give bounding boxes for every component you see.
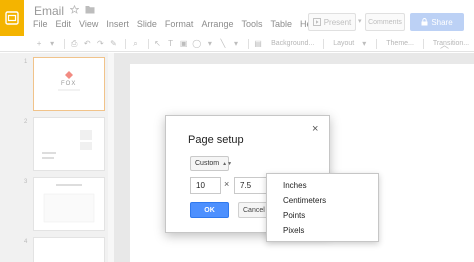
unit-option-points[interactable]: Points [267,208,378,223]
page-size-value: Custom [195,160,220,167]
present-button[interactable]: Present [308,13,356,31]
slide-thumbnail-1[interactable]: FOX [33,57,105,111]
collapse-toolbar-icon[interactable]: ︿ [440,38,449,51]
share-button[interactable]: Share [410,13,464,31]
line-icon[interactable]: ╲ [218,39,228,49]
zoom-icon[interactable]: ⌕ [130,39,140,49]
slide-2-preview [42,130,92,159]
unit-option-centimeters[interactable]: Centimeters [267,193,378,208]
folder-icon[interactable] [85,5,95,14]
dropdown-chevron-icon[interactable]: ▾ [47,39,57,49]
share-label: Share [431,17,453,27]
menu-arrange[interactable]: Arrange [201,19,238,29]
toolbar-divider [147,38,149,49]
width-input[interactable]: 10 [190,177,221,194]
undo-icon[interactable]: ↶ [82,39,92,49]
slides-logo[interactable] [0,0,24,36]
redo-icon[interactable]: ↷ [95,39,105,49]
ok-button[interactable]: OK [190,202,229,218]
select-icon[interactable]: ↖ [152,39,162,49]
slide-filmstrip: 1 FOX 2 3 4 [0,53,114,262]
image-icon[interactable]: ▣ [179,39,189,49]
menu-insert[interactable]: Insert [106,19,134,29]
present-label: Present [323,17,352,27]
height-input[interactable]: 7.5 [234,177,267,194]
toolbar-divider [422,38,424,49]
slide-number: 3 [24,179,28,185]
paint-format-icon[interactable]: ✎ [108,39,118,49]
toolbar: + ▾ ⎙ ↶ ↷ ✎ ⌕ ↖ T ▣ ◯ ▾ ╲ ▾ ▤ Background… [0,36,474,52]
menu-format[interactable]: Format [165,19,199,29]
star-icon[interactable] [70,5,79,14]
slide-1-title: FOX [61,81,77,87]
slide-thumbnail-2[interactable] [33,117,105,171]
present-icon [312,18,321,26]
times-symbol: × [224,179,230,189]
slide-number: 2 [24,119,28,125]
menu-slide[interactable]: Slide [137,19,162,29]
layout-chevron-icon[interactable]: ▾ [359,39,369,49]
unit-option-pixels[interactable]: Pixels [267,223,378,238]
transition-button[interactable]: Transition... [433,40,469,47]
dialog-title: Page setup [188,134,244,146]
new-slide-icon[interactable]: + [34,39,44,49]
slide-number: 4 [24,239,28,245]
toolbar-divider [248,38,249,49]
text-box-icon[interactable]: T [166,39,176,49]
document-title[interactable]: Email [34,4,64,18]
menu-view[interactable]: View [79,19,103,29]
slide-number: 1 [24,59,28,65]
menu-file[interactable]: File [33,19,53,29]
line-chevron-icon[interactable]: ▾ [231,39,241,49]
close-icon[interactable]: × [312,124,318,135]
toolbar-divider [125,38,127,49]
unit-option-inches[interactable]: Inches [267,178,378,193]
lock-icon [421,18,428,26]
background-button[interactable]: Background... [271,40,314,47]
page-size-select[interactable]: Custom ▲▼ [190,156,233,171]
print-icon[interactable]: ⎙ [69,39,79,49]
comments-button[interactable]: Comments [365,13,405,31]
select-arrows-icon: ▲▼ [222,160,233,167]
slides-logo-icon [5,11,19,25]
title-icons [70,5,95,14]
comment-icon[interactable]: ▤ [253,39,263,49]
toolbar-divider [376,38,378,49]
menu-table[interactable]: Table [270,19,297,29]
menu-tools[interactable]: Tools [241,19,267,29]
layout-button[interactable]: Layout [333,40,354,47]
menu-bar: File Edit View Insert Slide Format Arran… [33,19,327,29]
toolbar-divider [323,38,325,49]
slide-3-preview [43,184,95,223]
shape-chevron-icon[interactable]: ▾ [205,39,215,49]
menu-edit[interactable]: Edit [56,19,77,29]
theme-button[interactable]: Theme... [386,40,414,47]
shape-icon[interactable]: ◯ [192,39,202,49]
slide-thumbnail-3[interactable] [33,177,105,231]
toolbar-divider [64,38,66,49]
unit-dropdown-menu: Inches Centimeters Points Pixels [266,173,379,242]
slide-thumbnail-4[interactable] [33,237,105,262]
